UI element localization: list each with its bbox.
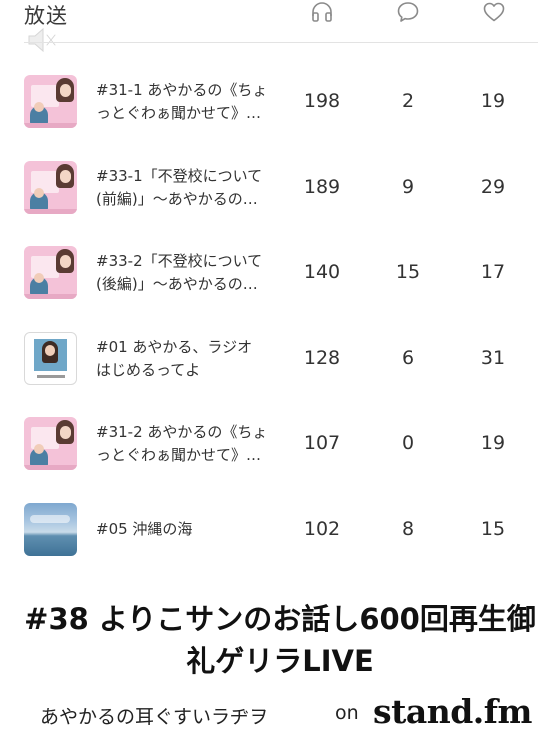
like-count: 15 bbox=[480, 518, 506, 540]
episode-title: #33-2「不登校について (後編)」〜あやかるの… bbox=[96, 252, 263, 293]
brand-logo: stand.fm bbox=[373, 692, 532, 731]
like-count: 19 bbox=[480, 90, 506, 112]
play-count: 107 bbox=[303, 432, 341, 454]
episode-thumbnail bbox=[24, 503, 77, 556]
episode-row[interactable]: #33-2「不登校について (後編)」〜あやかるの… 140 15 17 bbox=[0, 231, 560, 317]
comment-count: 8 bbox=[401, 518, 415, 540]
episode-title: #31-1 あやかるの《ちょ っとぐわぁ聞かせて》… bbox=[96, 81, 268, 122]
episode-thumbnail bbox=[24, 417, 77, 470]
episode-row[interactable]: #01 あやかる、ラジオ はじめるってよ 128 6 31 bbox=[0, 317, 560, 403]
like-count: 31 bbox=[480, 347, 506, 369]
play-count: 128 bbox=[303, 347, 341, 369]
speaker-muted-icon[interactable] bbox=[26, 26, 58, 54]
episode-title: #33-1「不登校について (前編)」〜あやかるの… bbox=[96, 167, 263, 208]
comment-count: 0 bbox=[401, 432, 415, 454]
episode-thumbnail bbox=[24, 161, 77, 214]
play-count: 198 bbox=[303, 90, 341, 112]
channel-credit: あやかるの耳ぐすいラヂヲ on stand.fm bbox=[40, 692, 560, 734]
like-count: 29 bbox=[480, 176, 506, 198]
channel-on-label: on bbox=[335, 702, 359, 724]
episode-title: #31-2 あやかるの《ちょ っとぐわぁ聞かせて》… bbox=[96, 423, 268, 464]
header-divider bbox=[24, 42, 538, 43]
comment-count: 9 bbox=[401, 176, 415, 198]
comment-count: 6 bbox=[401, 347, 415, 369]
episode-thumbnail bbox=[24, 246, 77, 299]
episode-row[interactable]: #31-1 あやかるの《ちょ っとぐわぁ聞かせて》… 198 2 19 bbox=[0, 60, 560, 146]
play-count: 189 bbox=[303, 176, 341, 198]
episode-row[interactable]: #31-2 あやかるの《ちょ っとぐわぁ聞かせて》… 107 0 19 bbox=[0, 402, 560, 488]
play-count: 102 bbox=[303, 518, 341, 540]
episode-title: #05 沖縄の海 bbox=[96, 520, 193, 538]
episode-row[interactable]: #05 沖縄の海 102 8 15 bbox=[0, 488, 560, 574]
like-count: 17 bbox=[480, 261, 506, 283]
episode-row[interactable]: #33-1「不登校について (前編)」〜あやかるの… 189 9 29 bbox=[0, 146, 560, 232]
headphones-icon bbox=[312, 2, 332, 22]
comment-count: 15 bbox=[395, 261, 421, 283]
list-header: 放送 bbox=[0, 0, 560, 53]
channel-name[interactable]: あやかるの耳ぐすいラヂヲ bbox=[40, 702, 268, 729]
episode-thumbnail bbox=[24, 332, 77, 385]
episode-thumbnail bbox=[24, 75, 77, 128]
heart-icon bbox=[483, 2, 505, 22]
live-broadcast-title: #38 よりこサンのお話し600回再生御 礼ゲリラLIVE bbox=[24, 602, 536, 678]
play-count: 140 bbox=[303, 261, 341, 283]
like-count: 19 bbox=[480, 432, 506, 454]
episode-title: #01 あやかる、ラジオ はじめるってよ bbox=[96, 338, 253, 379]
speech-bubble-icon bbox=[397, 2, 419, 22]
comment-count: 2 bbox=[401, 90, 415, 112]
